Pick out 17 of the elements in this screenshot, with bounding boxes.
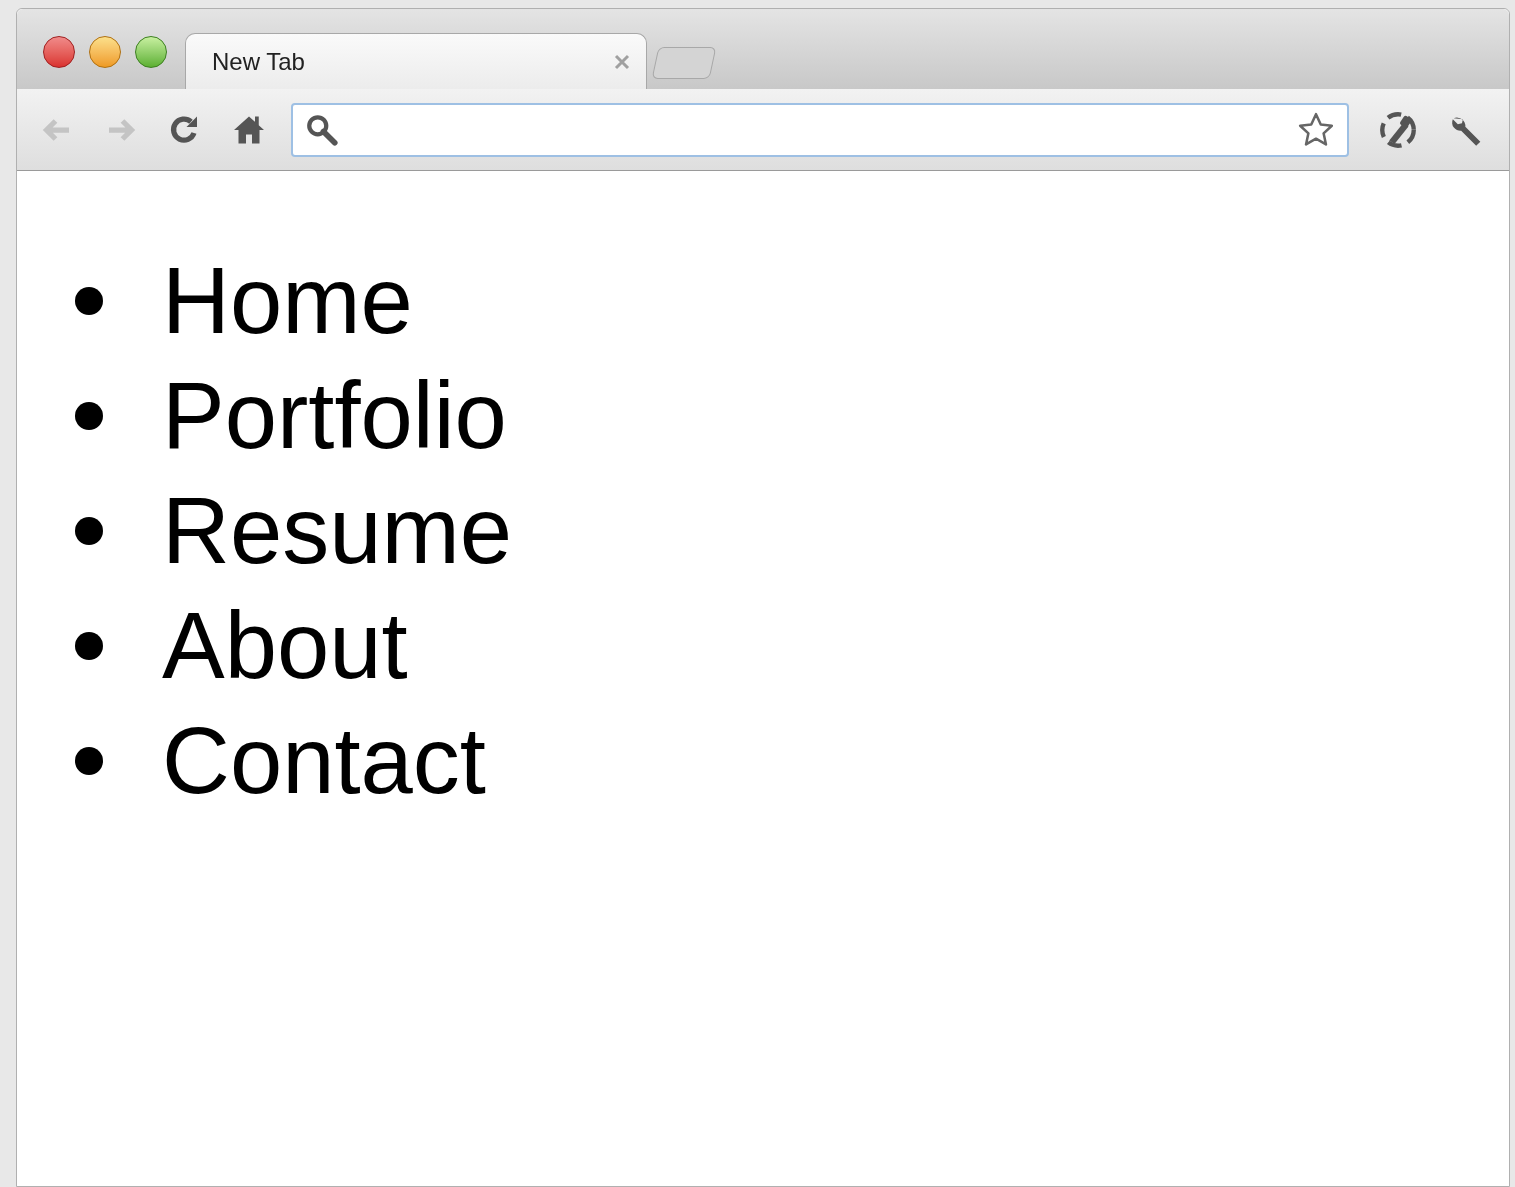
tab-title: New Tab [212,46,306,77]
bullet-icon [75,746,103,775]
list-item: Home [162,247,413,355]
list-item: Portfolio [162,362,507,470]
list-item: Contact [162,707,486,815]
bullet-icon [75,401,103,430]
bullet-icon [75,631,103,660]
search-icon [305,112,339,147]
list-item: Resume [162,477,513,585]
browser-tab[interactable]: New Tab [185,33,647,89]
star-icon[interactable] [1297,110,1335,149]
close-window-icon[interactable] [43,36,75,68]
bullet-icon [75,516,103,545]
bullet-icon [75,286,103,315]
list-item: About [162,592,408,700]
zoom-window-icon[interactable] [135,36,167,68]
minimize-window-icon[interactable] [89,36,121,68]
